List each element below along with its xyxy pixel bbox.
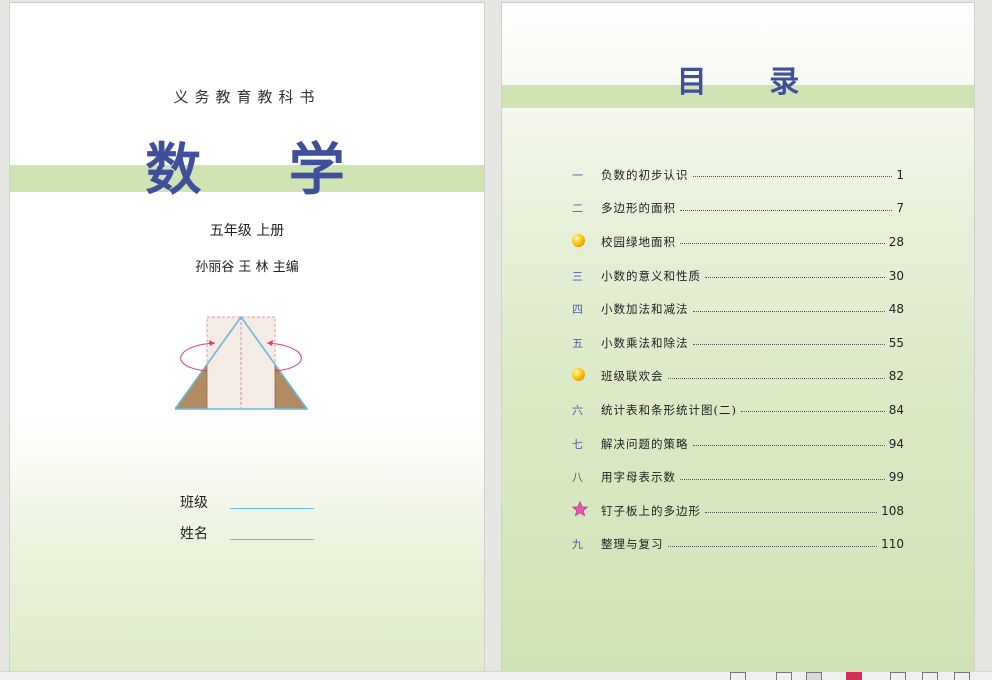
- toc-title: 目 录: [676, 65, 826, 100]
- toc-entry-title: 多边形的面积: [601, 201, 676, 216]
- two-page-view-icon[interactable]: [806, 672, 822, 680]
- toc-entry-title: 用字母表示数: [601, 470, 676, 485]
- toc-row[interactable]: 七 解决问题的策略 94: [572, 427, 904, 461]
- toc-page-number: 84: [888, 402, 904, 417]
- toc-row[interactable]: 二 多边形的面积 7: [572, 192, 904, 226]
- grade-label: 五年级 上册: [209, 223, 285, 239]
- toc-page-number: 7: [896, 201, 904, 216]
- toc-page-number: 30: [888, 268, 904, 283]
- toc-entry-title: 小数加法和减法: [601, 302, 689, 317]
- fullscreen-icon[interactable]: [954, 672, 970, 680]
- toc-list: 一 负数的初步认识 1 二 多边形的面积 7 校园绿地面积 28 三 小数的意义和性质 30 四 小数加…: [572, 158, 904, 561]
- dot-leader: [667, 377, 885, 379]
- toc-page-number: 55: [888, 335, 904, 350]
- toc-entry-title: 班级联欢会: [601, 369, 664, 384]
- dot-leader: [667, 545, 878, 547]
- cover-page: 义务教育教科书 数 学 五年级 上册 孙丽谷 王 林 主编 班级 姓名: [10, 3, 484, 671]
- subject-title: 数 学: [145, 138, 379, 203]
- toc-entry-title: 统计表和条形统计图(二): [601, 402, 737, 417]
- chapter-number: 八: [572, 471, 583, 485]
- toc-entry-title: 解决问题的策略: [601, 436, 689, 451]
- gold-ball-icon: [572, 233, 601, 250]
- dot-leader: [680, 243, 885, 245]
- toc-row[interactable]: 八 用字母表示数 99: [572, 460, 904, 494]
- toc-page-number: 108: [881, 503, 904, 518]
- name-field: 姓名: [180, 523, 314, 543]
- fit-page-icon[interactable]: [922, 672, 938, 680]
- dot-leader: [705, 277, 885, 279]
- gold-ball-icon: [572, 368, 601, 384]
- toc-page-number: 94: [888, 436, 904, 451]
- dot-leader: [740, 411, 885, 413]
- class-field: 班级: [180, 492, 314, 512]
- dot-leader: [705, 512, 878, 514]
- dot-leader: [692, 445, 885, 447]
- dot-leader: [692, 310, 885, 312]
- single-page-view-icon[interactable]: [730, 672, 746, 680]
- toc-entry-title: 负数的初步认识: [601, 167, 689, 182]
- toc-row[interactable]: 校园绿地面积 28: [572, 225, 904, 259]
- dot-leader: [692, 176, 893, 178]
- toc-entry-title: 小数乘法和除法: [601, 335, 689, 350]
- highlight-icon[interactable]: [846, 672, 862, 680]
- pink-star-icon: [572, 501, 601, 520]
- toc-page-number: 99: [888, 470, 904, 485]
- toc-row[interactable]: 班级联欢会 82: [572, 360, 904, 394]
- dot-leader: [680, 209, 893, 211]
- toc-row[interactable]: 四 小数加法和减法 48: [572, 292, 904, 326]
- dot-leader: [680, 478, 885, 480]
- toc-page-number: 110: [881, 537, 904, 552]
- chapter-number: 六: [572, 403, 583, 417]
- toc-row[interactable]: 钉子板上的多边形 108: [572, 494, 904, 528]
- toc-entry-title: 校园绿地面积: [601, 234, 676, 249]
- class-underline: [230, 508, 314, 509]
- toc-row[interactable]: 一 负数的初步认识 1: [572, 158, 904, 192]
- toc-row[interactable]: 六 统计表和条形统计图(二) 84: [572, 393, 904, 427]
- chapter-number: 一: [572, 168, 583, 182]
- chapter-number: 九: [572, 538, 583, 552]
- name-underline: [230, 539, 314, 540]
- fit-width-icon[interactable]: [890, 672, 906, 680]
- triangle-illustration: [175, 315, 309, 410]
- series-title: 义务教育教科书: [173, 88, 321, 106]
- toc-page-number: 28: [888, 234, 904, 249]
- class-label: 班级: [180, 495, 208, 511]
- toc-row[interactable]: 三 小数的意义和性质 30: [572, 259, 904, 293]
- name-label: 姓名: [180, 526, 208, 542]
- chapter-number: 五: [572, 336, 583, 350]
- toc-page-number: 1: [896, 167, 904, 182]
- toc-row[interactable]: 九 整理与复习 110: [572, 528, 904, 562]
- chapter-number: 七: [572, 437, 583, 451]
- toc-entry-title: 小数的意义和性质: [601, 268, 701, 283]
- toc-page-number: 82: [888, 369, 904, 384]
- dot-leader: [692, 344, 885, 346]
- chapter-number: 四: [572, 303, 583, 317]
- chapter-number: 二: [572, 202, 583, 216]
- chapter-number: 三: [572, 269, 583, 283]
- editors-label: 孙丽谷 王 林 主编: [195, 260, 299, 275]
- page-view-icon[interactable]: [776, 672, 792, 680]
- toc-page: 目 录 一 负数的初步认识 1 二 多边形的面积 7 校园绿地面积 28 三 小数的意义和性质 30…: [502, 3, 974, 671]
- toc-entry-title: 整理与复习: [601, 537, 664, 552]
- status-bar: [0, 671, 992, 680]
- toc-row[interactable]: 五 小数乘法和除法 55: [572, 326, 904, 360]
- toc-page-number: 48: [888, 302, 904, 317]
- toc-entry-title: 钉子板上的多边形: [601, 503, 701, 518]
